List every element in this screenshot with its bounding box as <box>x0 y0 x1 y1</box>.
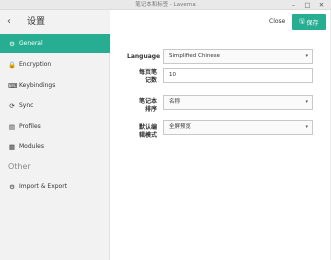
sidebar-item-encryption[interactable]: 🔒 Encryption <box>0 55 110 74</box>
notebook-sort-label-line2: 排序 <box>144 106 157 113</box>
close-button[interactable]: Close <box>269 16 285 28</box>
sidebar-item-label: Encryption <box>19 60 52 68</box>
cog-icon: ⚙ <box>9 182 15 191</box>
notebook-sort-value: 名称 <box>169 99 181 105</box>
chevron-down-icon: ▾ <box>305 124 308 130</box>
sidebar-item-label: Modules <box>19 142 44 150</box>
stack-icon: ▦ <box>8 142 16 151</box>
sidebar-item-import-export[interactable]: ⚙ Import & Export <box>0 177 110 196</box>
sidebar-item-label: Import & Export <box>19 182 68 190</box>
sidebar-item-label: Keybindings <box>19 81 56 89</box>
sync-icon: ⟳ <box>9 101 15 110</box>
default-edit-mode-label-line1: 默认编 <box>138 124 157 131</box>
language-select-value: Simplified Chinese <box>169 53 220 59</box>
settings-sidebar: ⚙ General 🔒 Encryption ⌨ Keybindings ⟳ S… <box>0 34 110 260</box>
language-label: Language <box>127 53 161 61</box>
notes-per-page-label: 每页笔 记数 <box>127 69 157 85</box>
window-close-icon[interactable]: ✕ <box>317 1 326 9</box>
sidebar-item-profiles[interactable]: ▤ Profiles <box>0 117 110 136</box>
notebook-sort-label-line1: 笔记本 <box>138 98 157 105</box>
sidebar-item-keybindings[interactable]: ⌨ Keybindings <box>0 76 110 95</box>
window-titlebar: 笔记本和标签 - Laverna – □ ✕ <box>0 0 331 10</box>
save-button-label: 保存 <box>306 19 319 27</box>
minimize-icon[interactable]: – <box>289 1 298 9</box>
default-edit-mode-select[interactable]: 全屏预览 ▾ <box>163 120 313 135</box>
sidebar-item-sync[interactable]: ⟳ Sync <box>0 96 110 115</box>
notebook-sort-select[interactable]: 名称 ▾ <box>163 95 313 110</box>
notes-per-page-value: 10 <box>169 72 176 78</box>
notes-per-page-label-line2: 记数 <box>144 77 157 84</box>
gear-icon: ⚙ <box>9 39 15 48</box>
notebook-sort-label: 笔记本 排序 <box>127 98 157 114</box>
settings-form: Language Simplified Chinese ▾ 每页笔 记数 10 … <box>111 34 331 260</box>
chevron-down-icon: ▾ <box>305 99 308 105</box>
notes-per-page-input[interactable]: 10 <box>163 68 313 83</box>
sidebar-item-label: General <box>19 39 43 47</box>
maximize-icon[interactable]: □ <box>303 1 312 9</box>
language-label-text: Language <box>127 53 161 60</box>
language-select[interactable]: Simplified Chinese ▾ <box>163 49 313 64</box>
lock-icon: 🔒 <box>8 60 17 69</box>
sidebar-item-general[interactable]: ⚙ General <box>0 34 110 53</box>
notes-per-page-label-line1: 每页笔 <box>138 69 157 76</box>
default-edit-mode-value: 全屏预览 <box>169 124 192 130</box>
sidebar-item-modules[interactable]: ▦ Modules <box>0 137 110 156</box>
section-heading-other: Other <box>8 162 31 171</box>
chevron-down-icon: ▾ <box>305 53 308 59</box>
page-title: 设置 <box>27 17 46 27</box>
sidebar-item-label: Sync <box>19 101 34 109</box>
save-button[interactable]: 🖫 保存 <box>292 14 326 30</box>
settings-header: ‹ 设置 <box>0 10 110 34</box>
back-arrow-icon[interactable]: ‹ <box>7 16 11 28</box>
content-header: Close 🖫 保存 <box>111 10 331 34</box>
book-icon: ▤ <box>8 122 16 131</box>
sidebar-item-label: Profiles <box>19 122 41 130</box>
keyboard-icon: ⌨ <box>8 81 18 90</box>
default-edit-mode-label: 默认编 辑模式 <box>127 124 157 140</box>
default-edit-mode-label-line2: 辑模式 <box>138 132 157 139</box>
window-title: 笔记本和标签 - Laverna <box>135 2 196 8</box>
save-icon: 🖫 <box>299 18 305 25</box>
